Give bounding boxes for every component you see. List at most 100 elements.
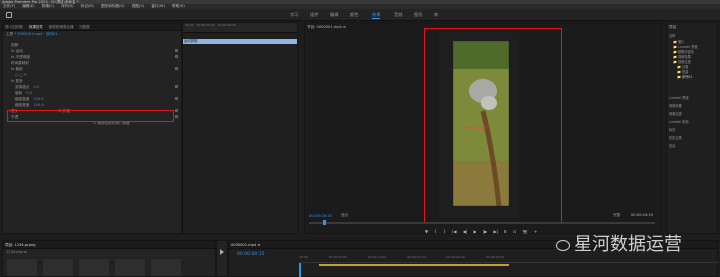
- reset-icon[interactable]: [175, 115, 178, 118]
- panel-link[interactable]: Lumetri 预设: [669, 95, 689, 100]
- tab-sequence[interactable]: 0000001.mp4 ≡: [229, 241, 262, 248]
- workspace-tab[interactable]: 图形: [414, 12, 422, 18]
- media-thumbnail[interactable]: [43, 259, 73, 276]
- tab-effect-controls[interactable]: 效果控件: [27, 23, 45, 30]
- reset-icon[interactable]: [175, 55, 178, 58]
- effect-row[interactable]: 视频: [7, 43, 18, 48]
- extract-icon[interactable]: ⊡: [513, 229, 516, 234]
- effect-row-label: fx 不透明度: [11, 55, 30, 59]
- media-thumbnail[interactable]: [151, 259, 181, 276]
- export-frame-icon[interactable]: 📷: [523, 229, 528, 234]
- mask-tools-row[interactable]: ○ □ ✎: [7, 73, 27, 78]
- menu-item[interactable]: 文件(F): [3, 4, 15, 8]
- program-timecode[interactable]: 00:00:00:15: [309, 213, 332, 218]
- menu-item[interactable]: 视图(V): [132, 4, 144, 8]
- tab-metadata[interactable]: 元数据: [77, 23, 92, 30]
- work-area-bar[interactable]: [319, 264, 509, 266]
- source-seq-link[interactable]: 序列01: [46, 32, 58, 36]
- effect-param-row[interactable]: 旋转 0.0: [7, 91, 32, 96]
- panel-link[interactable]: 音频过渡: [669, 111, 682, 116]
- tools-panel: [216, 240, 228, 277]
- param-value[interactable]: 0.0: [26, 91, 32, 95]
- param-value[interactable]: 100.0: [33, 97, 43, 101]
- go-to-out-icon[interactable]: ▶|: [494, 229, 498, 234]
- reset-icon[interactable]: [175, 97, 178, 100]
- effect-row[interactable]: fx 更多: [7, 79, 23, 84]
- play-icon[interactable]: ▶: [473, 229, 476, 234]
- effect-param-row[interactable]: 缩放高度 100.0: [7, 97, 44, 102]
- project-media-panel: 项目: 1234.prproj 1234.prproj: [2, 240, 216, 277]
- go-to-in-icon[interactable]: |◀: [452, 229, 456, 234]
- tab-source[interactable]: 源:(无剪辑): [3, 23, 25, 30]
- reset-icon[interactable]: [175, 49, 178, 52]
- menu-item[interactable]: 序列(S): [61, 4, 73, 8]
- quality-dropdown[interactable]: 完整: [613, 213, 620, 218]
- watermark-text: 星河数据运营: [574, 234, 682, 255]
- workspace-tab[interactable]: 库: [434, 12, 438, 18]
- panel-title: 项目: [669, 25, 677, 29]
- browser-item[interactable]: 名称: [669, 33, 675, 38]
- reset-icon[interactable]: [175, 85, 178, 88]
- effect-param-row[interactable]: 缩放宽度 100.0: [7, 103, 44, 108]
- menu-item[interactable]: 窗口(W): [151, 4, 165, 8]
- effect-timeline: 00:00 00:00:05:00 00:00:10:00 运动剪辑: [182, 22, 298, 234]
- ruler-tick: 00:00: [185, 23, 194, 27]
- panel-link[interactable]: 信息: [669, 143, 675, 148]
- media-thumbnail[interactable]: [7, 259, 37, 276]
- program-scrubber[interactable]: [309, 220, 655, 225]
- mark-in-icon[interactable]: {: [434, 229, 437, 234]
- tab-audio-mixer[interactable]: 音频剪辑混合器: [46, 23, 75, 30]
- param-value[interactable]: 100.0: [33, 103, 43, 107]
- effect-row[interactable]: fx 运动: [7, 49, 23, 54]
- workspace-tab[interactable]: 编辑: [330, 12, 338, 18]
- ruler-tick: 00:00:05:00: [196, 23, 215, 27]
- add-marker-icon[interactable]: ▼: [425, 229, 428, 234]
- mask-tools[interactable]: ○ □ ✎: [15, 73, 27, 77]
- param-value[interactable]: 0.0: [33, 85, 39, 89]
- selection-tool-icon[interactable]: [220, 249, 225, 255]
- source-clip-link[interactable]: 0000001.mp4: [17, 32, 42, 36]
- playhead-icon[interactable]: [323, 220, 326, 225]
- effect-row[interactable]: fx 裁剪: [7, 67, 23, 72]
- step-back-icon[interactable]: ◀|: [463, 229, 467, 234]
- mark-out-icon[interactable]: }: [443, 229, 446, 234]
- media-tabs: 项目: 1234.prproj: [3, 241, 215, 249]
- button-editor-icon[interactable]: +: [534, 229, 537, 234]
- step-forward-icon[interactable]: |▶: [483, 229, 487, 234]
- media-thumbnail[interactable]: [79, 259, 109, 276]
- workspace-tab[interactable]: 音频: [394, 12, 402, 18]
- panel-link[interactable]: Lumetri 颜色: [669, 119, 689, 124]
- panel-link[interactable]: 标记: [669, 127, 675, 132]
- tab-project[interactable]: 项目: 1234.prproj: [3, 241, 37, 248]
- highlight-box: [7, 110, 174, 122]
- menu-item[interactable]: 剪辑(C): [42, 4, 55, 8]
- menu-item[interactable]: 标记(M): [81, 4, 94, 8]
- workspace-tab[interactable]: 组件: [310, 12, 318, 18]
- panel-link[interactable]: 历史记录: [669, 135, 682, 140]
- reset-icon[interactable]: [175, 67, 178, 70]
- workspace-bar: 学习 组件 编辑 颜色 效果 音频 图形 库: [0, 9, 720, 21]
- media-thumbnail[interactable]: [115, 259, 145, 276]
- effect-param-row[interactable]: 变换锚点 0.0: [7, 85, 39, 90]
- reset-icon[interactable]: [175, 109, 178, 112]
- ruler-tick: 00:00:05:00: [328, 255, 347, 259]
- panel-link[interactable]: 音频效果: [669, 103, 682, 108]
- timeline-timecode[interactable]: 00:00:00:15: [237, 252, 264, 257]
- menu-item[interactable]: 图形和标题(G): [101, 4, 125, 8]
- timeline-playhead[interactable]: [299, 263, 301, 277]
- workspace-tab[interactable]: 学习: [290, 12, 298, 18]
- browser-item[interactable]: 📁 序列01: [677, 74, 692, 79]
- home-icon[interactable]: [6, 12, 12, 18]
- menu-item[interactable]: 编辑(E): [22, 4, 34, 8]
- workspace-tab-active[interactable]: 效果: [372, 12, 381, 19]
- duration-label: 00:00:24:19: [631, 213, 653, 217]
- effect-row[interactable]: fx 不透明度: [7, 55, 30, 60]
- effect-row[interactable]: 时间重映射: [7, 61, 29, 66]
- lift-icon[interactable]: ⌷: [504, 229, 506, 234]
- fit-dropdown[interactable]: 适合: [341, 213, 348, 218]
- workspace-tab[interactable]: 颜色: [350, 12, 358, 18]
- wechat-icon: [556, 239, 570, 251]
- effect-clip-bar[interactable]: 运动剪辑: [183, 39, 297, 44]
- menu-item[interactable]: 帮助(H): [172, 4, 185, 8]
- timeline-ruler[interactable]: 00:00 00:00:05:00 00:00:10:00 00:00:15:0…: [299, 255, 719, 263]
